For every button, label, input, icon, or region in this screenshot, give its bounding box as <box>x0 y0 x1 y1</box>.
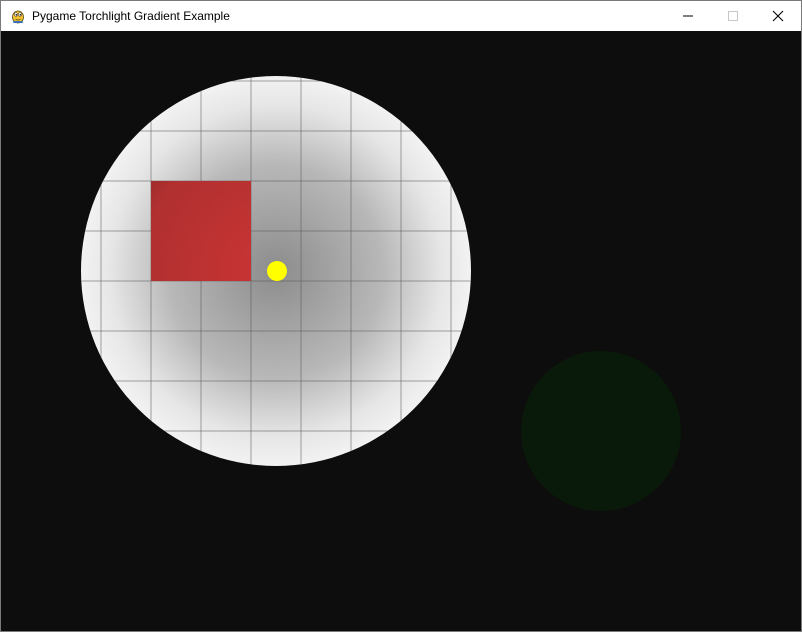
game-canvas[interactable] <box>1 31 801 631</box>
window-title: Pygame Torchlight Gradient Example <box>32 9 230 23</box>
close-button[interactable] <box>755 1 801 31</box>
red-block <box>151 181 251 281</box>
app-window: Pygame Torchlight Gradient Example <box>0 0 802 632</box>
green-orb <box>521 351 681 511</box>
minimize-icon <box>683 15 693 17</box>
close-icon <box>772 10 784 22</box>
maximize-icon <box>728 11 738 21</box>
grid <box>81 76 471 466</box>
maximize-button[interactable] <box>710 1 756 31</box>
game-scene <box>81 76 681 511</box>
minimize-button[interactable] <box>665 1 711 31</box>
title-bar[interactable]: Pygame Torchlight Gradient Example <box>1 1 801 31</box>
player-dot <box>267 261 287 281</box>
pygame-snake-icon <box>12 10 24 24</box>
